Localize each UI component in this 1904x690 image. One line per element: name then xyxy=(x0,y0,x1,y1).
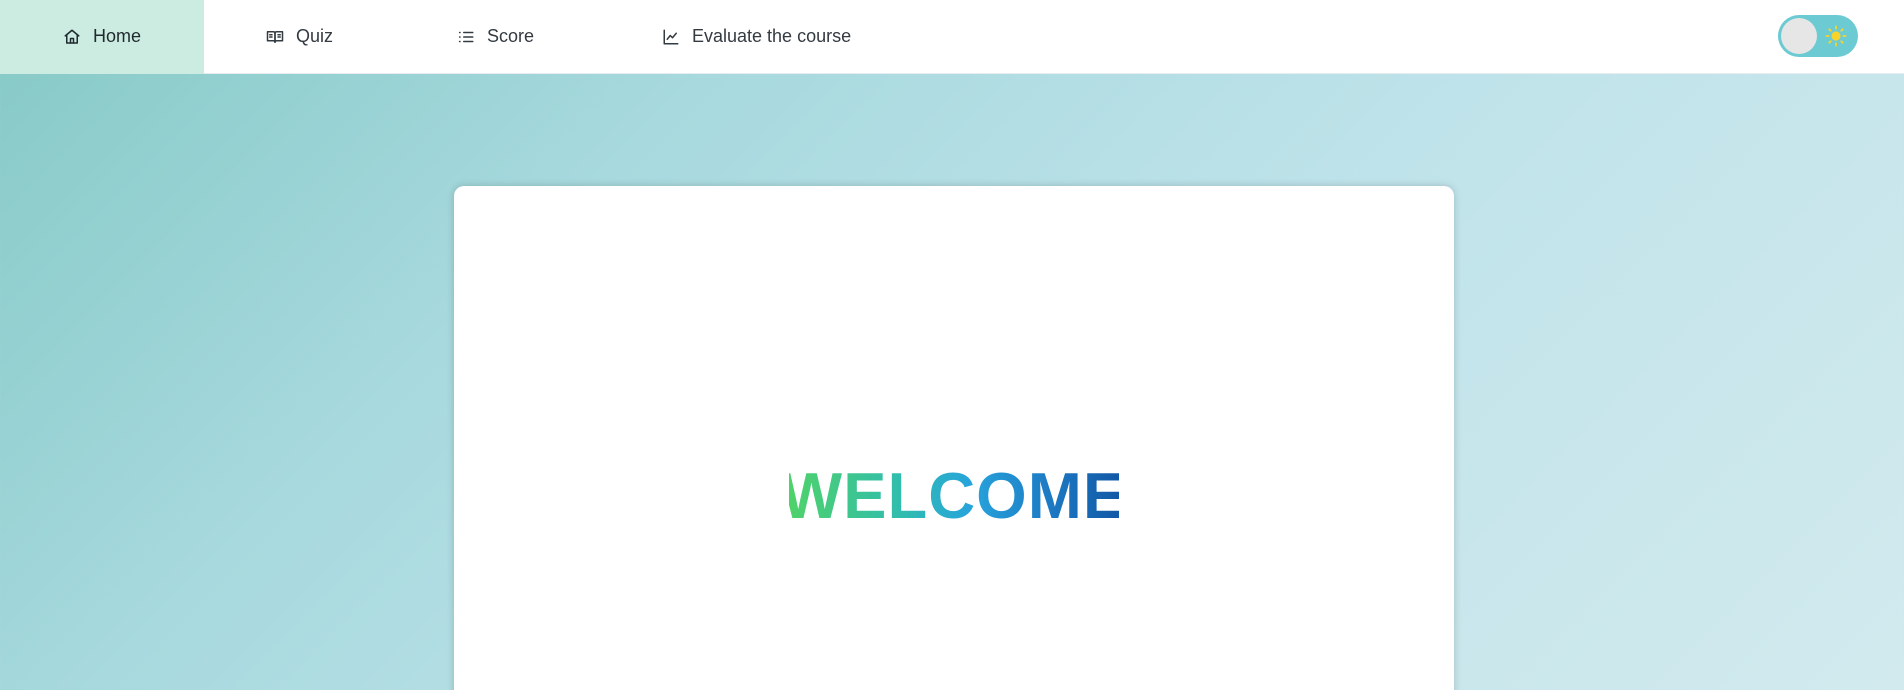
book-icon xyxy=(265,27,285,47)
nav-item-label: Quiz xyxy=(296,26,334,46)
list-icon xyxy=(456,27,476,47)
welcome-card: WELCOME xyxy=(454,186,1454,690)
nav-item-quiz[interactable]: Quiz xyxy=(265,0,333,74)
nav-item-score[interactable]: Score xyxy=(456,0,534,74)
theme-toggle[interactable] xyxy=(1778,15,1858,57)
home-icon xyxy=(62,27,82,47)
nav-item-label: Score xyxy=(487,26,535,46)
chart-line-icon xyxy=(661,27,681,47)
sun-icon xyxy=(1825,25,1847,47)
toggle-knob xyxy=(1781,18,1817,54)
top-navbar: Home Quiz Score Evaluate the course xyxy=(0,0,1904,74)
welcome-heading: WELCOME xyxy=(454,463,1454,529)
nav-item-home[interactable]: Home xyxy=(0,0,204,74)
nav-item-label: Evaluate the course xyxy=(692,26,852,46)
nav-item-evaluate[interactable]: Evaluate the course xyxy=(661,0,851,74)
nav-item-label: Home xyxy=(93,26,142,46)
